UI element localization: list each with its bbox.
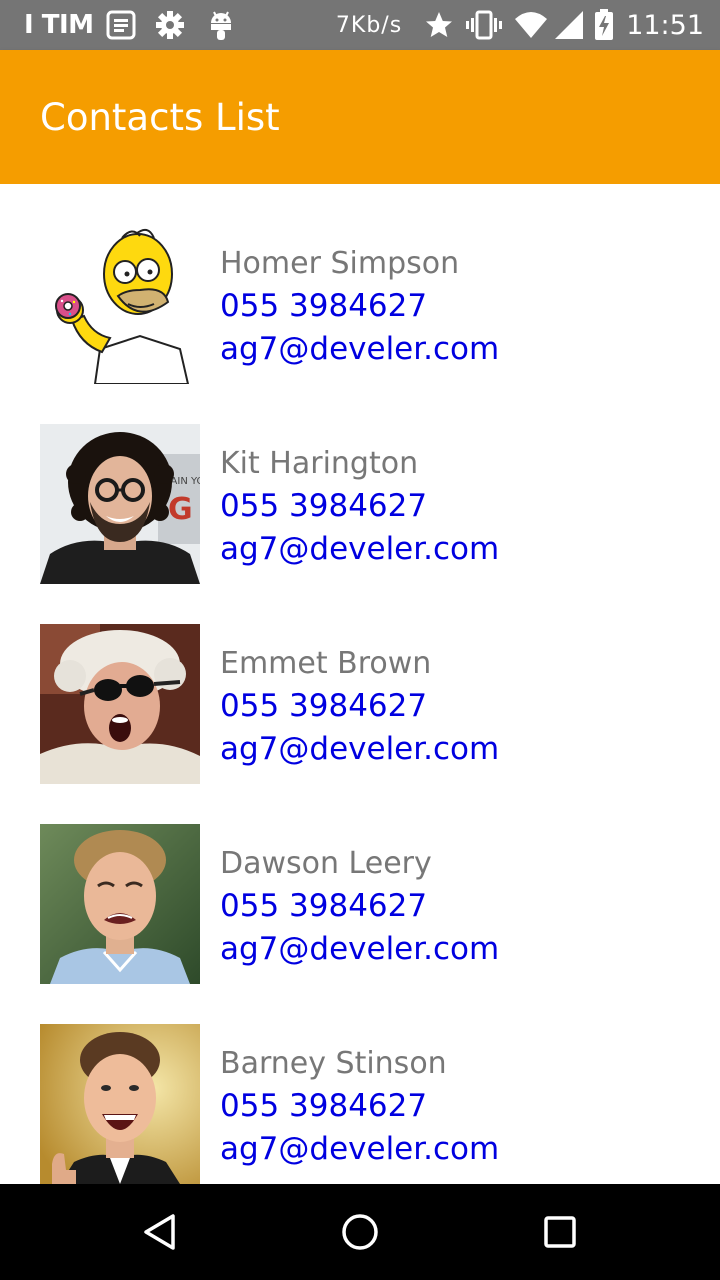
list-item[interactable]: RAIN YO G	[0, 384, 720, 584]
avatar	[40, 224, 200, 384]
contact-name: Kit Harington	[220, 446, 419, 481]
contact-phone-link[interactable]: 055 3984627	[220, 285, 499, 328]
notes-icon	[106, 10, 136, 40]
app-bar: Contacts List	[0, 50, 720, 184]
avatar	[40, 1024, 200, 1184]
net-speed-label: 7Kb/s	[335, 12, 403, 38]
contact-name: Emmet Brown	[220, 646, 432, 681]
avatar	[40, 624, 200, 784]
clock: 11:51	[626, 9, 704, 41]
android-icon	[208, 9, 234, 41]
avatar	[40, 824, 200, 984]
avatar: RAIN YO G	[40, 424, 200, 584]
battery-charging-icon	[594, 9, 614, 41]
gear-icon	[154, 9, 186, 41]
list-item[interactable]: Barney Stinson 055 3984627 ag7@develer.c…	[0, 984, 720, 1184]
contact-list[interactable]: Homer Simpson 055 3984627 ag7@develer.co…	[0, 184, 720, 1184]
svg-text:G: G	[168, 492, 193, 527]
contact-name: Homer Simpson	[220, 246, 460, 281]
contact-phone-link[interactable]: 055 3984627	[220, 685, 499, 728]
home-icon[interactable]	[336, 1208, 384, 1256]
contact-phone-link[interactable]: 055 3984627	[220, 1085, 499, 1128]
back-icon[interactable]	[136, 1208, 184, 1256]
carrier-label: I TIM	[24, 10, 94, 40]
list-item[interactable]: Dawson Leery 055 3984627 ag7@develer.com	[0, 784, 720, 984]
list-item[interactable]: Homer Simpson 055 3984627 ag7@develer.co…	[0, 184, 720, 384]
contact-email-link[interactable]: ag7@develer.com	[220, 728, 499, 771]
contact-email-link[interactable]: ag7@develer.com	[220, 328, 499, 371]
wifi-icon	[514, 11, 548, 39]
contact-email-link[interactable]: ag7@develer.com	[220, 928, 499, 971]
list-item[interactable]: Emmet Brown 055 3984627 ag7@develer.com	[0, 584, 720, 784]
status-bar: I TIM 7Kb/s 11:51	[0, 0, 720, 50]
contact-email-link[interactable]: ag7@develer.com	[220, 1128, 499, 1171]
contact-email-link[interactable]: ag7@develer.com	[220, 528, 499, 571]
screen: I TIM 7Kb/s 11:51 Contacts List Homer Si…	[0, 0, 720, 1280]
navigation-bar	[0, 1184, 720, 1280]
contact-phone-link[interactable]: 055 3984627	[220, 485, 499, 528]
vibrate-icon	[466, 10, 503, 40]
contact-name: Dawson Leery	[220, 846, 432, 881]
recents-icon[interactable]	[536, 1208, 584, 1256]
contact-name: Barney Stinson	[220, 1046, 447, 1081]
signal-icon	[554, 10, 584, 40]
star-icon	[424, 10, 454, 40]
page-title: Contacts List	[40, 95, 280, 139]
contact-phone-link[interactable]: 055 3984627	[220, 885, 499, 928]
